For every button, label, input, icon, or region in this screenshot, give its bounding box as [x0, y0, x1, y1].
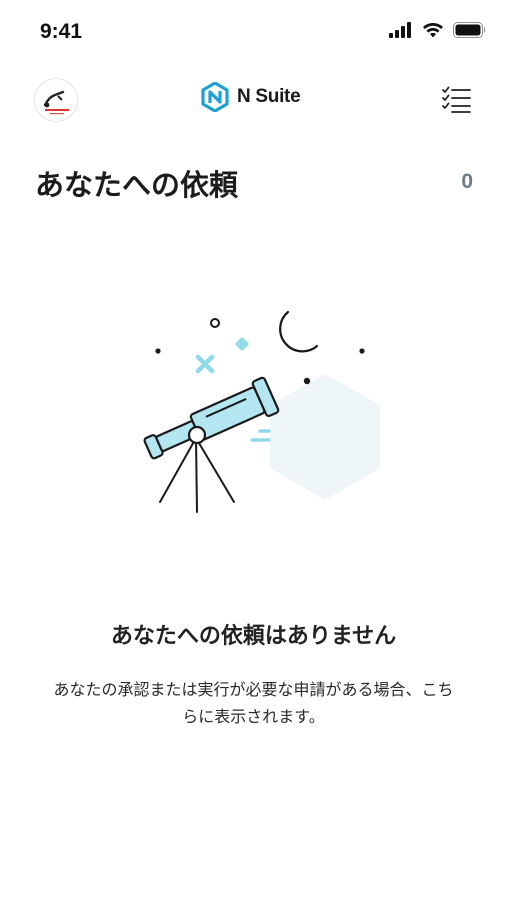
task-list-button[interactable] [441, 86, 471, 114]
app-header: N Suite [0, 70, 507, 130]
signal-icon [389, 22, 411, 38]
request-count: 0 [461, 170, 473, 193]
battery-icon [453, 22, 486, 38]
star-dot-icon [359, 348, 365, 354]
diamond-shape [234, 336, 250, 352]
checklist-icon [442, 86, 471, 113]
cross-shape [195, 354, 215, 374]
status-bar: 9:41 [0, 0, 507, 64]
avatar[interactable] [34, 78, 78, 122]
star-circle-icon [210, 318, 220, 328]
page-title: あなたへの依頼 [35, 168, 239, 202]
nsuite-logo-icon [201, 82, 229, 112]
brand-name: N Suite [237, 86, 301, 107]
hexagon-shape [270, 374, 380, 500]
status-time: 9:41 [40, 20, 83, 43]
telescope-mount [187, 425, 207, 445]
telescope-illustration [120, 300, 400, 520]
star-dot-icon [303, 377, 311, 385]
tripod [159, 437, 235, 513]
status-icons [389, 22, 487, 38]
moon-icon [279, 310, 319, 353]
brand: N Suite [201, 82, 301, 112]
empty-state-description: あなたの承認または実行が必要な申請がある場合、こちらに表示されます。 [53, 680, 454, 726]
empty-state-title: あなたへの依頼はありません [110, 624, 397, 649]
wifi-icon [423, 23, 443, 38]
telescope [143, 376, 280, 460]
company-logo-icon [43, 90, 69, 115]
star-dot-icon [155, 348, 161, 354]
